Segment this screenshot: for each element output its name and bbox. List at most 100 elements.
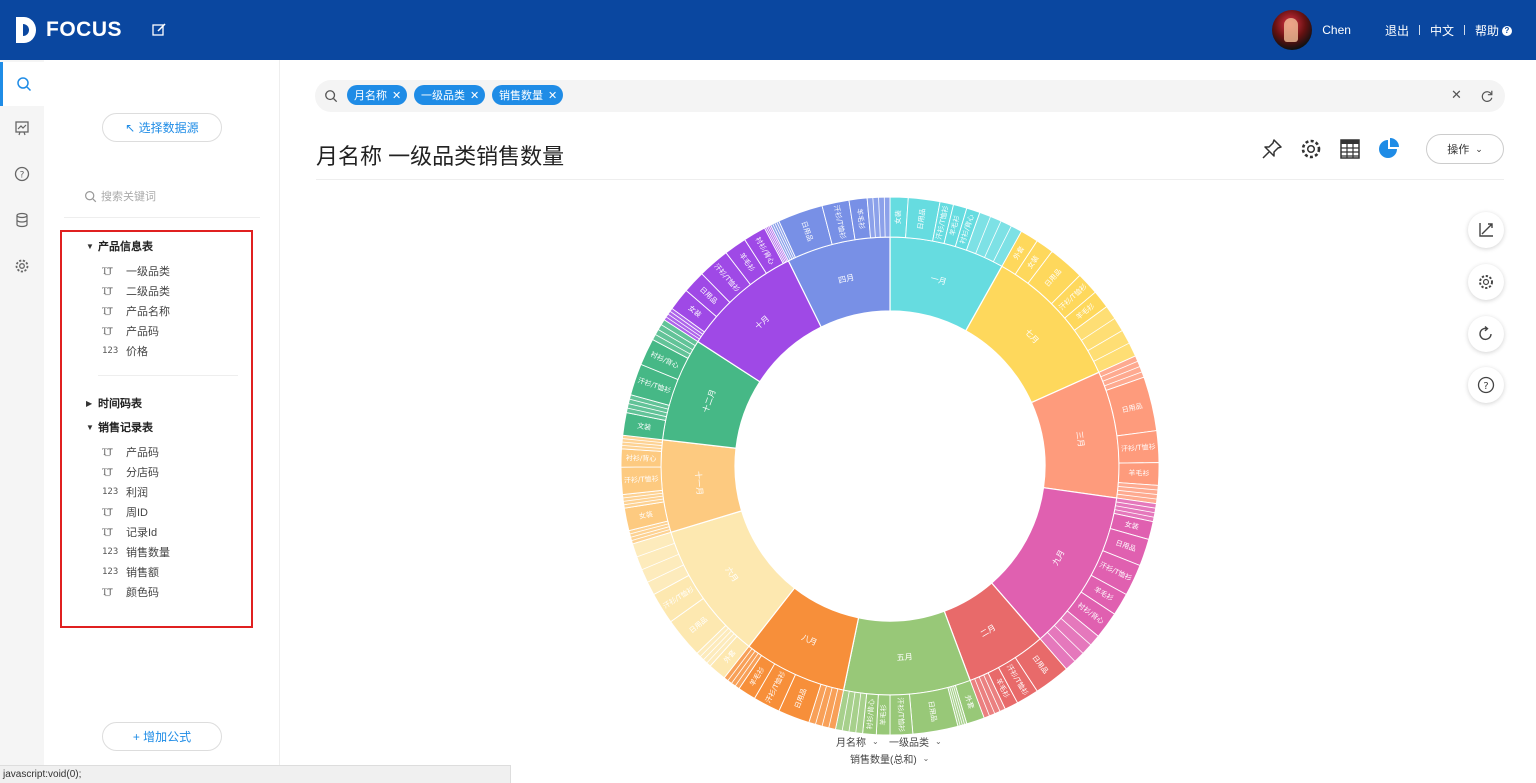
search-icon — [85, 190, 97, 202]
search-chip[interactable]: 一级品类 ✕ — [414, 85, 486, 105]
text-type-icon: T͟T — [102, 527, 113, 538]
field-label: 一级品类 — [126, 266, 170, 278]
sunburst-chart: 一月 女装 日用品 汗衫/T恤衫 羊毛衫 衬衫/背心 七月 外套 女装 日用品 汗衫/T恤衫 羊毛衫三… — [586, 190, 1186, 736]
close-icon[interactable]: ✕ — [392, 89, 401, 102]
text-type-icon: T͟T — [102, 286, 113, 297]
table-header-sales[interactable]: ▼ 销售记录表 — [86, 419, 153, 435]
field-label: 产品码 — [126, 447, 159, 459]
field-label: 产品码 — [126, 326, 159, 338]
sunburst-label: 五月 — [896, 652, 913, 662]
close-icon[interactable]: ✕ — [548, 89, 557, 102]
nav-settings[interactable] — [0, 244, 44, 288]
divider — [98, 375, 238, 376]
divider — [64, 217, 260, 218]
pie-chart-icon[interactable] — [1377, 137, 1401, 161]
legend-label: 销售数量(总和) — [850, 755, 917, 766]
field-item[interactable]: T͟T 产品名称 — [102, 303, 170, 319]
logo[interactable]: FOCUS — [14, 16, 122, 44]
operations-button[interactable]: 操作 ⌄ — [1426, 134, 1504, 164]
field-item[interactable]: T͟T 分店码 — [102, 464, 159, 480]
sunburst-label: 衬衫/背心 — [626, 453, 657, 463]
operations-label: 操作 — [1447, 144, 1470, 156]
field-item[interactable]: 123 利润 — [102, 484, 148, 500]
text-type-icon: T͟T — [102, 447, 113, 458]
search-chip[interactable]: 销售数量 ✕ — [492, 85, 564, 105]
sunburst-label: 羊毛衫 — [1128, 468, 1149, 478]
table-name: 时间码表 — [98, 398, 142, 410]
keyword-search[interactable]: 搜索关键词 — [84, 186, 262, 206]
search-chip[interactable]: 月名称 ✕ — [347, 85, 408, 105]
field-item[interactable]: T͟T 颜色码 — [102, 584, 159, 600]
settings-gear-icon[interactable] — [1299, 137, 1323, 161]
text-type-icon: T͟T — [102, 507, 113, 518]
language-link[interactable]: 中文 — [1420, 22, 1464, 39]
refresh-chart-button[interactable] — [1468, 316, 1504, 352]
field-label: 颜色码 — [126, 587, 159, 599]
help-label: 帮助 — [1474, 23, 1499, 38]
field-item[interactable]: 123 价格 — [102, 343, 148, 359]
text-type-icon: T͟T — [102, 306, 113, 317]
gear-icon — [1479, 275, 1493, 289]
search-bar[interactable]: 月名称 ✕ 一级品类 ✕ 销售数量 ✕ ✕ — [315, 80, 1505, 112]
select-datasource-button[interactable]: ↖ 选择数据源 — [102, 113, 222, 142]
rotate-icon — [1479, 325, 1492, 341]
pin-icon[interactable] — [1260, 137, 1284, 161]
field-label: 利润 — [126, 487, 148, 499]
nav-data[interactable] — [0, 198, 44, 242]
legend-label: 月名称 — [836, 738, 866, 749]
table-name: 产品信息表 — [98, 241, 153, 253]
legend-dim2[interactable]: 一级品类 ⌄ — [889, 734, 942, 749]
text-type-icon: T͟T — [102, 326, 113, 337]
edit-icon[interactable] — [151, 22, 167, 38]
page-title: 月名称 一级品类销售数量 — [316, 144, 565, 169]
chart-settings-button[interactable] — [1468, 264, 1504, 300]
logout-link[interactable]: 退出 — [1375, 22, 1419, 39]
left-nav: ? — [0, 60, 44, 783]
chip-label: 销售数量 — [499, 90, 543, 102]
table-header-time[interactable]: ▶ 时间码表 — [86, 395, 142, 411]
question-circle-icon: ? — [1477, 376, 1495, 394]
field-item[interactable]: 123 销售数量 — [102, 544, 170, 560]
focus-logo-icon — [16, 17, 36, 43]
board-icon — [15, 121, 29, 136]
field-item[interactable]: T͟T 记录Id — [102, 524, 157, 540]
chip-label: 月名称 — [354, 90, 387, 102]
refresh-icon[interactable] — [1480, 89, 1494, 103]
collapsed-triangle-icon: ▶ — [86, 398, 93, 408]
question-icon: ? — [1502, 26, 1512, 37]
help-link[interactable]: 帮助? — [1465, 22, 1522, 39]
legend-dim1[interactable]: 月名称 ⌄ — [836, 734, 879, 749]
field-label: 价格 — [126, 346, 148, 358]
table-header-product[interactable]: ▼ 产品信息表 — [86, 238, 153, 254]
legend-measure[interactable]: 销售数量(总和) ⌄ — [850, 751, 929, 766]
field-label: 二级品类 — [126, 286, 170, 298]
chevron-down-icon: ⌄ — [872, 737, 879, 746]
field-label: 分店码 — [126, 467, 159, 479]
add-formula-button[interactable]: + 增加公式 — [102, 722, 222, 751]
table-name: 销售记录表 — [98, 422, 153, 434]
field-item[interactable]: T͟T 产品码 — [102, 444, 159, 460]
field-item[interactable]: T͟T 周ID — [102, 504, 148, 520]
field-item[interactable]: 123 销售额 — [102, 564, 159, 580]
nav-help[interactable]: ? — [0, 152, 44, 196]
search-icon — [16, 77, 31, 92]
clear-icon[interactable]: ✕ — [1451, 87, 1462, 103]
legend-label: 一级品类 — [889, 738, 929, 749]
field-label: 周ID — [126, 507, 148, 519]
chevron-down-icon: ⌄ — [935, 737, 942, 746]
axis-config-button[interactable] — [1468, 212, 1504, 248]
field-panel: ↖ 选择数据源 搜索关键词 ▼ 产品信息表 T͟T 一级品类 T͟T 二级品类 T͟T… — [44, 60, 280, 783]
close-icon[interactable]: ✕ — [470, 89, 479, 102]
chart-help-button[interactable]: ? — [1468, 367, 1504, 403]
field-item[interactable]: T͟T 一级品类 — [102, 263, 170, 279]
nav-pinboard[interactable] — [0, 106, 44, 150]
field-item[interactable]: T͟T 二级品类 — [102, 283, 170, 299]
table-icon[interactable] — [1338, 137, 1362, 161]
avatar[interactable] — [1272, 10, 1313, 50]
field-label: 销售数量 — [126, 547, 170, 559]
sunburst-label: 羊毛衫 — [878, 704, 888, 725]
search-icon — [325, 90, 338, 103]
field-item[interactable]: T͟T 产品码 — [102, 323, 159, 339]
username: Chen — [1322, 23, 1351, 37]
nav-search[interactable] — [0, 62, 44, 106]
